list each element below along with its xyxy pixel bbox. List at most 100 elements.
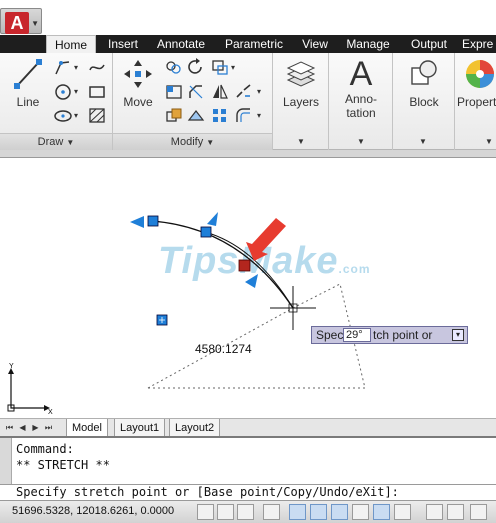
drawing-geometry[interactable] <box>0 158 496 418</box>
line-button[interactable]: Line <box>6 56 50 109</box>
annotation-panel[interactable]: A Anno- tation ▼ <box>329 53 393 150</box>
fillet-button[interactable] <box>185 81 205 100</box>
application-menu-button[interactable]: A ▼ <box>0 8 42 34</box>
polyline-icon <box>55 61 70 75</box>
line-label: Line <box>16 95 40 109</box>
hatch-icon <box>89 108 105 123</box>
block-icon <box>411 60 437 85</box>
color-wheel-icon <box>466 60 494 88</box>
dynamic-input-icon[interactable] <box>394 504 411 520</box>
grip-arrow-down-icon[interactable] <box>245 274 258 288</box>
modify-panel-title-label: Modify <box>170 136 204 148</box>
quick-view-drawings-icon[interactable] <box>470 504 487 520</box>
grip-square-hot[interactable] <box>238 259 251 272</box>
array-button[interactable] <box>209 81 229 100</box>
tab-view[interactable]: View <box>296 35 334 53</box>
grid-display-icon[interactable] <box>237 504 254 520</box>
chevron-down-icon[interactable]: ▾ <box>74 63 78 72</box>
tab-output[interactable]: Output <box>402 35 456 53</box>
coordinate-display[interactable]: 51696.5328, 12018.6261, 0.0000 <box>12 505 174 517</box>
chevron-down-icon[interactable]: ▾ <box>74 87 78 96</box>
ellipse-button[interactable] <box>52 105 72 124</box>
layers-label: Layers <box>282 95 320 109</box>
ribbon-tab-bar: Home Insert Annotate Parametric View Man… <box>0 35 496 53</box>
properties-button[interactable]: Propert <box>457 56 496 109</box>
chevron-down-icon[interactable]: ▼ <box>357 137 365 146</box>
tab-model[interactable]: Model <box>66 419 108 437</box>
trim-button[interactable] <box>209 57 229 76</box>
copy-button[interactable] <box>163 57 183 76</box>
move-label: Move <box>123 95 153 109</box>
circle-button[interactable] <box>52 81 72 100</box>
block-button[interactable]: Block <box>401 56 447 109</box>
spline-button[interactable] <box>86 57 106 76</box>
layers-panel[interactable]: Layers ▼ <box>273 53 329 150</box>
modify-panel-title[interactable]: Modify ▼ <box>113 133 272 150</box>
tab-parametric[interactable]: Parametric <box>218 35 290 53</box>
infer-constraints-icon[interactable] <box>197 504 214 520</box>
chevron-down-icon[interactable]: ▼ <box>297 137 305 146</box>
first-layout-icon[interactable]: ⏮ <box>4 422 15 434</box>
ortho-mode-icon[interactable] <box>263 504 280 520</box>
quick-view-layouts-icon[interactable] <box>447 504 464 520</box>
stretch-button[interactable] <box>163 105 183 124</box>
dynamic-ucs-icon[interactable] <box>373 504 390 520</box>
polyline-button[interactable] <box>52 57 72 76</box>
command-prompt: Specify stretch point or [Base point/Cop… <box>16 485 399 499</box>
block-panel[interactable]: Block ▼ <box>393 53 455 150</box>
mirror-triangle-icon <box>213 84 228 99</box>
3d-object-snap-icon[interactable] <box>331 504 348 520</box>
last-layout-icon[interactable]: ⏭ <box>43 422 54 434</box>
tab-express[interactable]: Expre <box>462 35 496 53</box>
polar-tracking-icon[interactable] <box>289 504 306 520</box>
rectangle-button[interactable] <box>86 81 106 100</box>
circle-icon <box>55 84 71 100</box>
tab-layout2[interactable]: Layout2 <box>169 419 221 437</box>
grip-square-start[interactable] <box>147 215 159 227</box>
model-space-icon[interactable] <box>426 504 443 520</box>
next-layout-icon[interactable]: ▶ <box>30 422 41 434</box>
chevron-down-icon: ▼ <box>66 138 75 147</box>
angle-input-field[interactable]: 29° <box>343 328 371 342</box>
chevron-down-icon[interactable]: ▾ <box>257 111 261 120</box>
annotation-button[interactable]: A Anno- tation <box>337 56 385 120</box>
move-button[interactable]: Move <box>117 56 159 109</box>
chevron-down-icon[interactable]: ▾ <box>231 63 235 72</box>
rectangular-array-button[interactable] <box>209 105 229 124</box>
layers-button[interactable]: Layers <box>279 56 323 109</box>
tab-layout1[interactable]: Layout1 <box>114 419 166 437</box>
grip-arrow-left-icon[interactable] <box>130 216 144 228</box>
ucs-x-label: X <box>48 409 53 414</box>
scale-button[interactable] <box>185 105 205 124</box>
object-snap-tracking-icon[interactable] <box>352 504 369 520</box>
scale-icon <box>187 110 205 121</box>
tooltip-prefix: Speci <box>316 328 347 342</box>
snap-mode-icon[interactable] <box>217 504 234 520</box>
chevron-down-icon[interactable]: ▾ <box>74 111 78 120</box>
dropdown-options-icon[interactable]: ▾ <box>452 329 464 341</box>
autocad-window: A ▼ Home Insert Annotate Parametric View… <box>0 0 496 523</box>
status-bar: 51696.5328, 12018.6261, 0.0000 <box>0 500 496 523</box>
tab-annotate[interactable]: Annotate <box>150 35 212 53</box>
offset-button[interactable] <box>233 105 253 124</box>
object-snap-icon[interactable] <box>310 504 327 520</box>
chevron-down-icon[interactable]: ▼ <box>419 137 427 146</box>
mirror-button[interactable] <box>163 81 183 100</box>
hatch-button[interactable] <box>86 105 106 124</box>
tab-manage[interactable]: Manage <box>340 35 396 53</box>
move-icon <box>124 60 152 88</box>
chevron-down-icon[interactable]: ▾ <box>257 87 261 96</box>
grip-arrow-up-icon[interactable] <box>207 212 218 226</box>
previous-layout-icon[interactable]: ◀ <box>17 422 28 434</box>
annotation-label-1: Anno- <box>344 92 378 106</box>
command-line-input[interactable]: Specify stretch point or [Base point/Cop… <box>0 484 496 500</box>
tab-insert[interactable]: Insert <box>100 35 146 53</box>
rotate-button[interactable] <box>185 57 205 76</box>
explode-button[interactable] <box>233 81 253 100</box>
grip-square-mid[interactable] <box>200 226 212 238</box>
chevron-down-icon[interactable]: ▼ <box>485 137 493 146</box>
draw-panel-title[interactable]: Draw ▼ <box>0 133 112 150</box>
tab-home[interactable]: Home <box>46 35 96 53</box>
properties-panel[interactable]: Propert ▼ <box>455 53 496 150</box>
modify-panel: Move ▾ ▾ ▾ Modify ▼ <box>113 53 273 150</box>
